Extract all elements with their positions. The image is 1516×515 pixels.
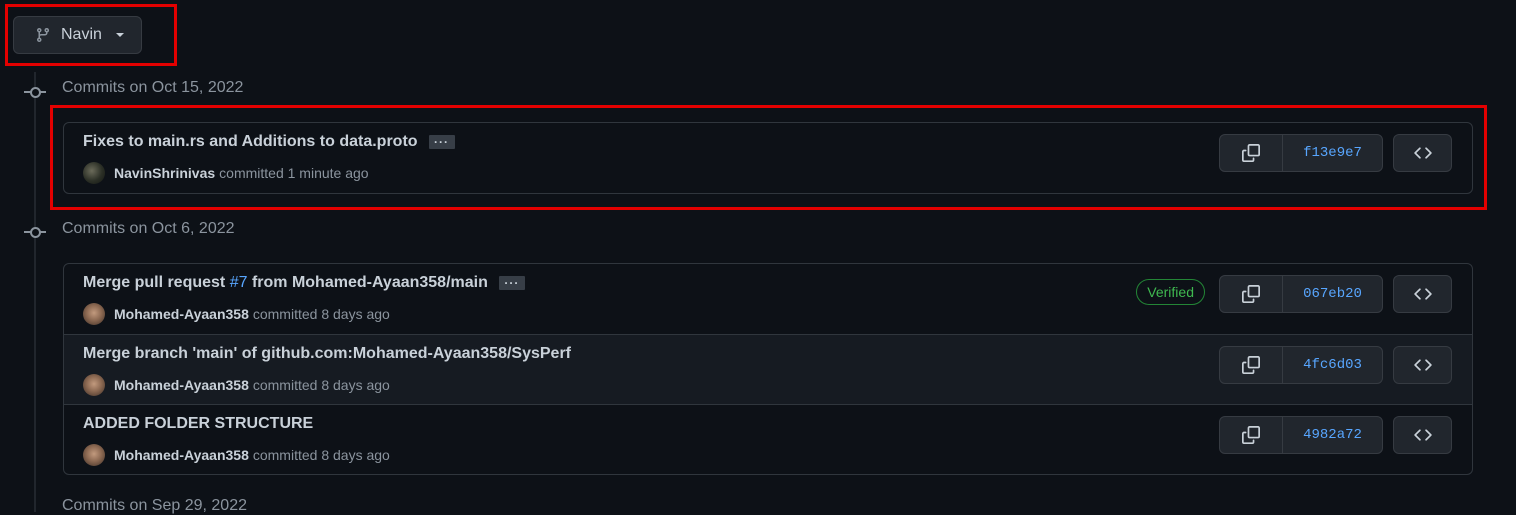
commit-message: ADDED FOLDER STRUCTURE (83, 415, 313, 433)
commit-time: 8 days ago (321, 447, 390, 463)
copy-icon (1242, 144, 1260, 162)
commit-message: Merge branch 'main' of github.com:Mohame… (83, 345, 571, 363)
commit-row: ADDED FOLDER STRUCTURE Mohamed-Ayaan358 … (64, 404, 1472, 474)
commit-message: Fixes to main.rs and Additions to data.p… (83, 133, 455, 151)
sha-button-group: 067eb20 (1219, 275, 1383, 313)
commit-sha-link[interactable]: f13e9e7 (1283, 135, 1382, 171)
commit-author[interactable]: Mohamed-Ayaan358 (114, 447, 249, 463)
browse-repo-button[interactable] (1393, 346, 1452, 384)
commit-time: 8 days ago (321, 306, 390, 322)
avatar[interactable] (83, 444, 105, 466)
code-icon (1413, 426, 1432, 444)
commit-row: Merge branch 'main' of github.com:Mohame… (64, 334, 1472, 404)
commit-action: committed (252, 306, 318, 322)
commit-message-link[interactable]: ADDED FOLDER STRUCTURE (83, 415, 313, 433)
git-branch-icon (35, 27, 51, 43)
commit-time: 1 minute ago (287, 165, 369, 181)
commit-message: Merge pull request #7 from Mohamed-Ayaan… (83, 274, 525, 292)
browse-repo-button[interactable] (1393, 134, 1452, 172)
triangle-down-icon (115, 33, 124, 37)
commit-group-heading: Commits on Oct 6, 2022 (62, 220, 235, 237)
code-icon (1413, 144, 1432, 162)
commit-group-heading: Commits on Oct 15, 2022 (62, 79, 244, 96)
commit-author[interactable]: Mohamed-Ayaan358 (114, 377, 249, 393)
commit-meta: Mohamed-Ayaan358 committed 8 days ago (83, 303, 390, 325)
avatar[interactable] (83, 374, 105, 396)
commit-action: committed (252, 377, 318, 393)
commit-row: Fixes to main.rs and Additions to data.p… (64, 123, 1472, 193)
commit-meta: Mohamed-Ayaan358 committed 8 days ago (83, 444, 390, 466)
branch-select-button[interactable]: Navin (13, 16, 142, 54)
code-icon (1413, 285, 1432, 303)
commit-author[interactable]: NavinShrinivas (114, 165, 215, 181)
commit-list: Merge pull request #7 from Mohamed-Ayaan… (63, 263, 1473, 475)
copy-icon (1242, 356, 1260, 374)
sha-button-group: 4fc6d03 (1219, 346, 1383, 384)
commit-meta: NavinShrinivas committed 1 minute ago (83, 162, 369, 184)
commit-sha-link[interactable]: 4982a72 (1283, 417, 1382, 453)
commit-group-heading: Commits on Sep 29, 2022 (62, 497, 247, 514)
commit-action: committed (252, 447, 318, 463)
commit-message-link[interactable]: Merge pull request (83, 274, 225, 292)
timeline-line (34, 72, 36, 512)
avatar[interactable] (83, 162, 105, 184)
commit-author[interactable]: Mohamed-Ayaan358 (114, 306, 249, 322)
git-commit-icon (24, 226, 46, 238)
commit-list: Fixes to main.rs and Additions to data.p… (63, 122, 1473, 194)
git-commit-icon (24, 86, 46, 98)
pull-request-link[interactable]: #7 (230, 274, 248, 292)
browse-repo-button[interactable] (1393, 416, 1452, 454)
sha-button-group: f13e9e7 (1219, 134, 1383, 172)
copy-sha-button[interactable] (1220, 417, 1283, 453)
commit-message-link[interactable]: Fixes to main.rs and Additions to data.p… (83, 133, 418, 151)
commit-message-link[interactable]: from Mohamed-Ayaan358/main (252, 274, 488, 292)
copy-icon (1242, 426, 1260, 444)
commit-meta: Mohamed-Ayaan358 committed 8 days ago (83, 374, 390, 396)
commit-message-link[interactable]: Merge branch 'main' of github.com:Mohame… (83, 345, 571, 363)
commit-row: Merge pull request #7 from Mohamed-Ayaan… (64, 264, 1472, 334)
copy-icon (1242, 285, 1260, 303)
kebab-horizontal-icon[interactable]: ··· (498, 276, 525, 290)
sha-button-group: 4982a72 (1219, 416, 1383, 454)
branch-name: Navin (61, 26, 102, 43)
kebab-horizontal-icon[interactable]: ··· (428, 135, 455, 149)
commit-sha-link[interactable]: 4fc6d03 (1283, 347, 1382, 383)
copy-sha-button[interactable] (1220, 347, 1283, 383)
copy-sha-button[interactable] (1220, 135, 1283, 171)
commit-sha-link[interactable]: 067eb20 (1283, 276, 1382, 312)
copy-sha-button[interactable] (1220, 276, 1283, 312)
commit-time: 8 days ago (321, 377, 390, 393)
verified-badge[interactable]: Verified (1136, 279, 1205, 305)
commit-action: committed (219, 165, 284, 181)
browse-repo-button[interactable] (1393, 275, 1452, 313)
avatar[interactable] (83, 303, 105, 325)
code-icon (1413, 356, 1432, 374)
